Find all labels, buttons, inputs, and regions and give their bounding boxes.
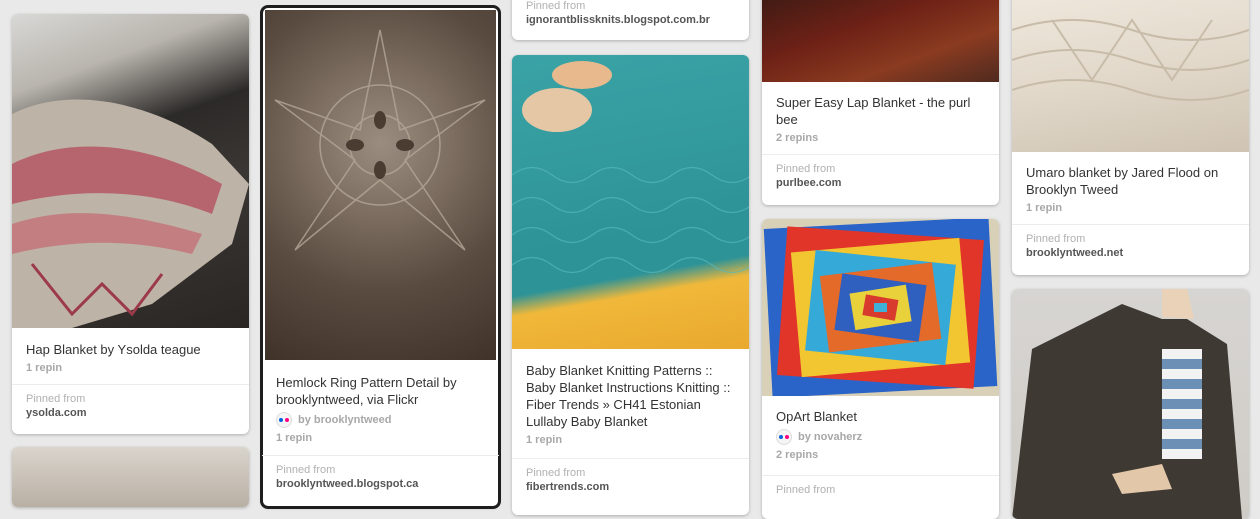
repin-count[interactable]: 1 repin: [526, 434, 735, 446]
pinned-from-label: Pinned from: [776, 484, 836, 496]
pin-card-opart-blanket[interactable]: OpArt Blanket by novaherz 2 repins Pinne…: [762, 219, 999, 519]
repin-count[interactable]: 2 repins: [776, 132, 985, 144]
pin-card-partial[interactable]: [12, 447, 249, 507]
pin-via[interactable]: by novaherz: [776, 429, 985, 445]
pin-image[interactable]: [762, 219, 999, 398]
pin-image[interactable]: [12, 447, 249, 507]
via-user[interactable]: by novaherz: [798, 431, 862, 443]
pin-title[interactable]: Hemlock Ring Pattern Detail by brooklynt…: [276, 374, 485, 408]
pin-source-link[interactable]: brooklyntweed.blogspot.ca: [276, 478, 485, 490]
pin-image[interactable]: [762, 0, 999, 82]
pin-source-link[interactable]: purlbee.com: [776, 177, 985, 189]
pin-image[interactable]: [12, 14, 249, 328]
pin-image-graphic: [512, 61, 749, 274]
pinned-from-label: Pinned from: [26, 393, 86, 405]
flickr-icon: [776, 429, 792, 445]
pinned-from-label: Pinned from: [526, 0, 586, 12]
pinned-from-label: Pinned from: [526, 467, 586, 479]
pin-via[interactable]: by brooklyntweed: [276, 412, 485, 428]
pinned-from-label: Pinned from: [1026, 233, 1086, 245]
pin-source-link[interactable]: brooklyntweed.net: [1026, 247, 1235, 259]
pin-image[interactable]: [512, 55, 749, 349]
repin-count[interactable]: 1 repin: [276, 432, 485, 444]
pin-card-hemlock-ring[interactable]: Hemlock Ring Pattern Detail by brooklynt…: [260, 5, 501, 509]
pin-image-graphic: [274, 29, 486, 251]
pin-title[interactable]: Hap Blanket by Ysolda teague: [26, 341, 235, 358]
pinned-from-label: Pinned from: [276, 464, 336, 476]
pin-source-link[interactable]: ysolda.com: [26, 407, 235, 419]
pin-image-graphic: [1012, 18, 1249, 101]
pin-image[interactable]: [265, 10, 496, 360]
pin-title[interactable]: Umaro blanket by Jared Flood on Brooklyn…: [1026, 164, 1235, 198]
pin-card-umaro-blanket[interactable]: Umaro blanket by Jared Flood on Brooklyn…: [1012, 0, 1249, 275]
pin-title[interactable]: Super Easy Lap Blanket - the purl bee: [776, 94, 985, 128]
via-user[interactable]: by brooklyntweed: [298, 414, 392, 426]
pin-card-lap-blanket[interactable]: Super Easy Lap Blanket - the purl bee 2 …: [762, 0, 999, 205]
pin-card-cardigan[interactable]: [1012, 289, 1249, 519]
repin-count[interactable]: 1 repin: [26, 362, 235, 374]
pin-card-top-partial[interactable]: Pinned from ignorantblissknits.blogspot.…: [512, 0, 749, 40]
pin-image-graphic: [1012, 289, 1242, 519]
pin-image[interactable]: [1012, 0, 1249, 152]
pin-title[interactable]: Baby Blanket Knitting Patterns :: Baby B…: [526, 362, 735, 430]
pin-card-baby-blanket[interactable]: Baby Blanket Knitting Patterns :: Baby B…: [512, 55, 749, 515]
pin-card-hap-blanket[interactable]: Hap Blanket by Ysolda teague 1 repin Pin…: [12, 14, 249, 434]
pin-source-link[interactable]: fibertrends.com: [526, 481, 735, 493]
pin-image[interactable]: [1012, 289, 1249, 519]
pin-image-graphic: [763, 219, 998, 398]
repin-count[interactable]: 2 repins: [776, 449, 985, 461]
flickr-icon: [276, 412, 292, 428]
pin-source-link[interactable]: ignorantblissknits.blogspot.com.br: [526, 14, 735, 26]
pin-title[interactable]: OpArt Blanket: [776, 408, 985, 425]
pin-image-graphic: [12, 99, 249, 328]
pinned-from-label: Pinned from: [776, 163, 836, 175]
repin-count[interactable]: 1 repin: [1026, 202, 1235, 214]
